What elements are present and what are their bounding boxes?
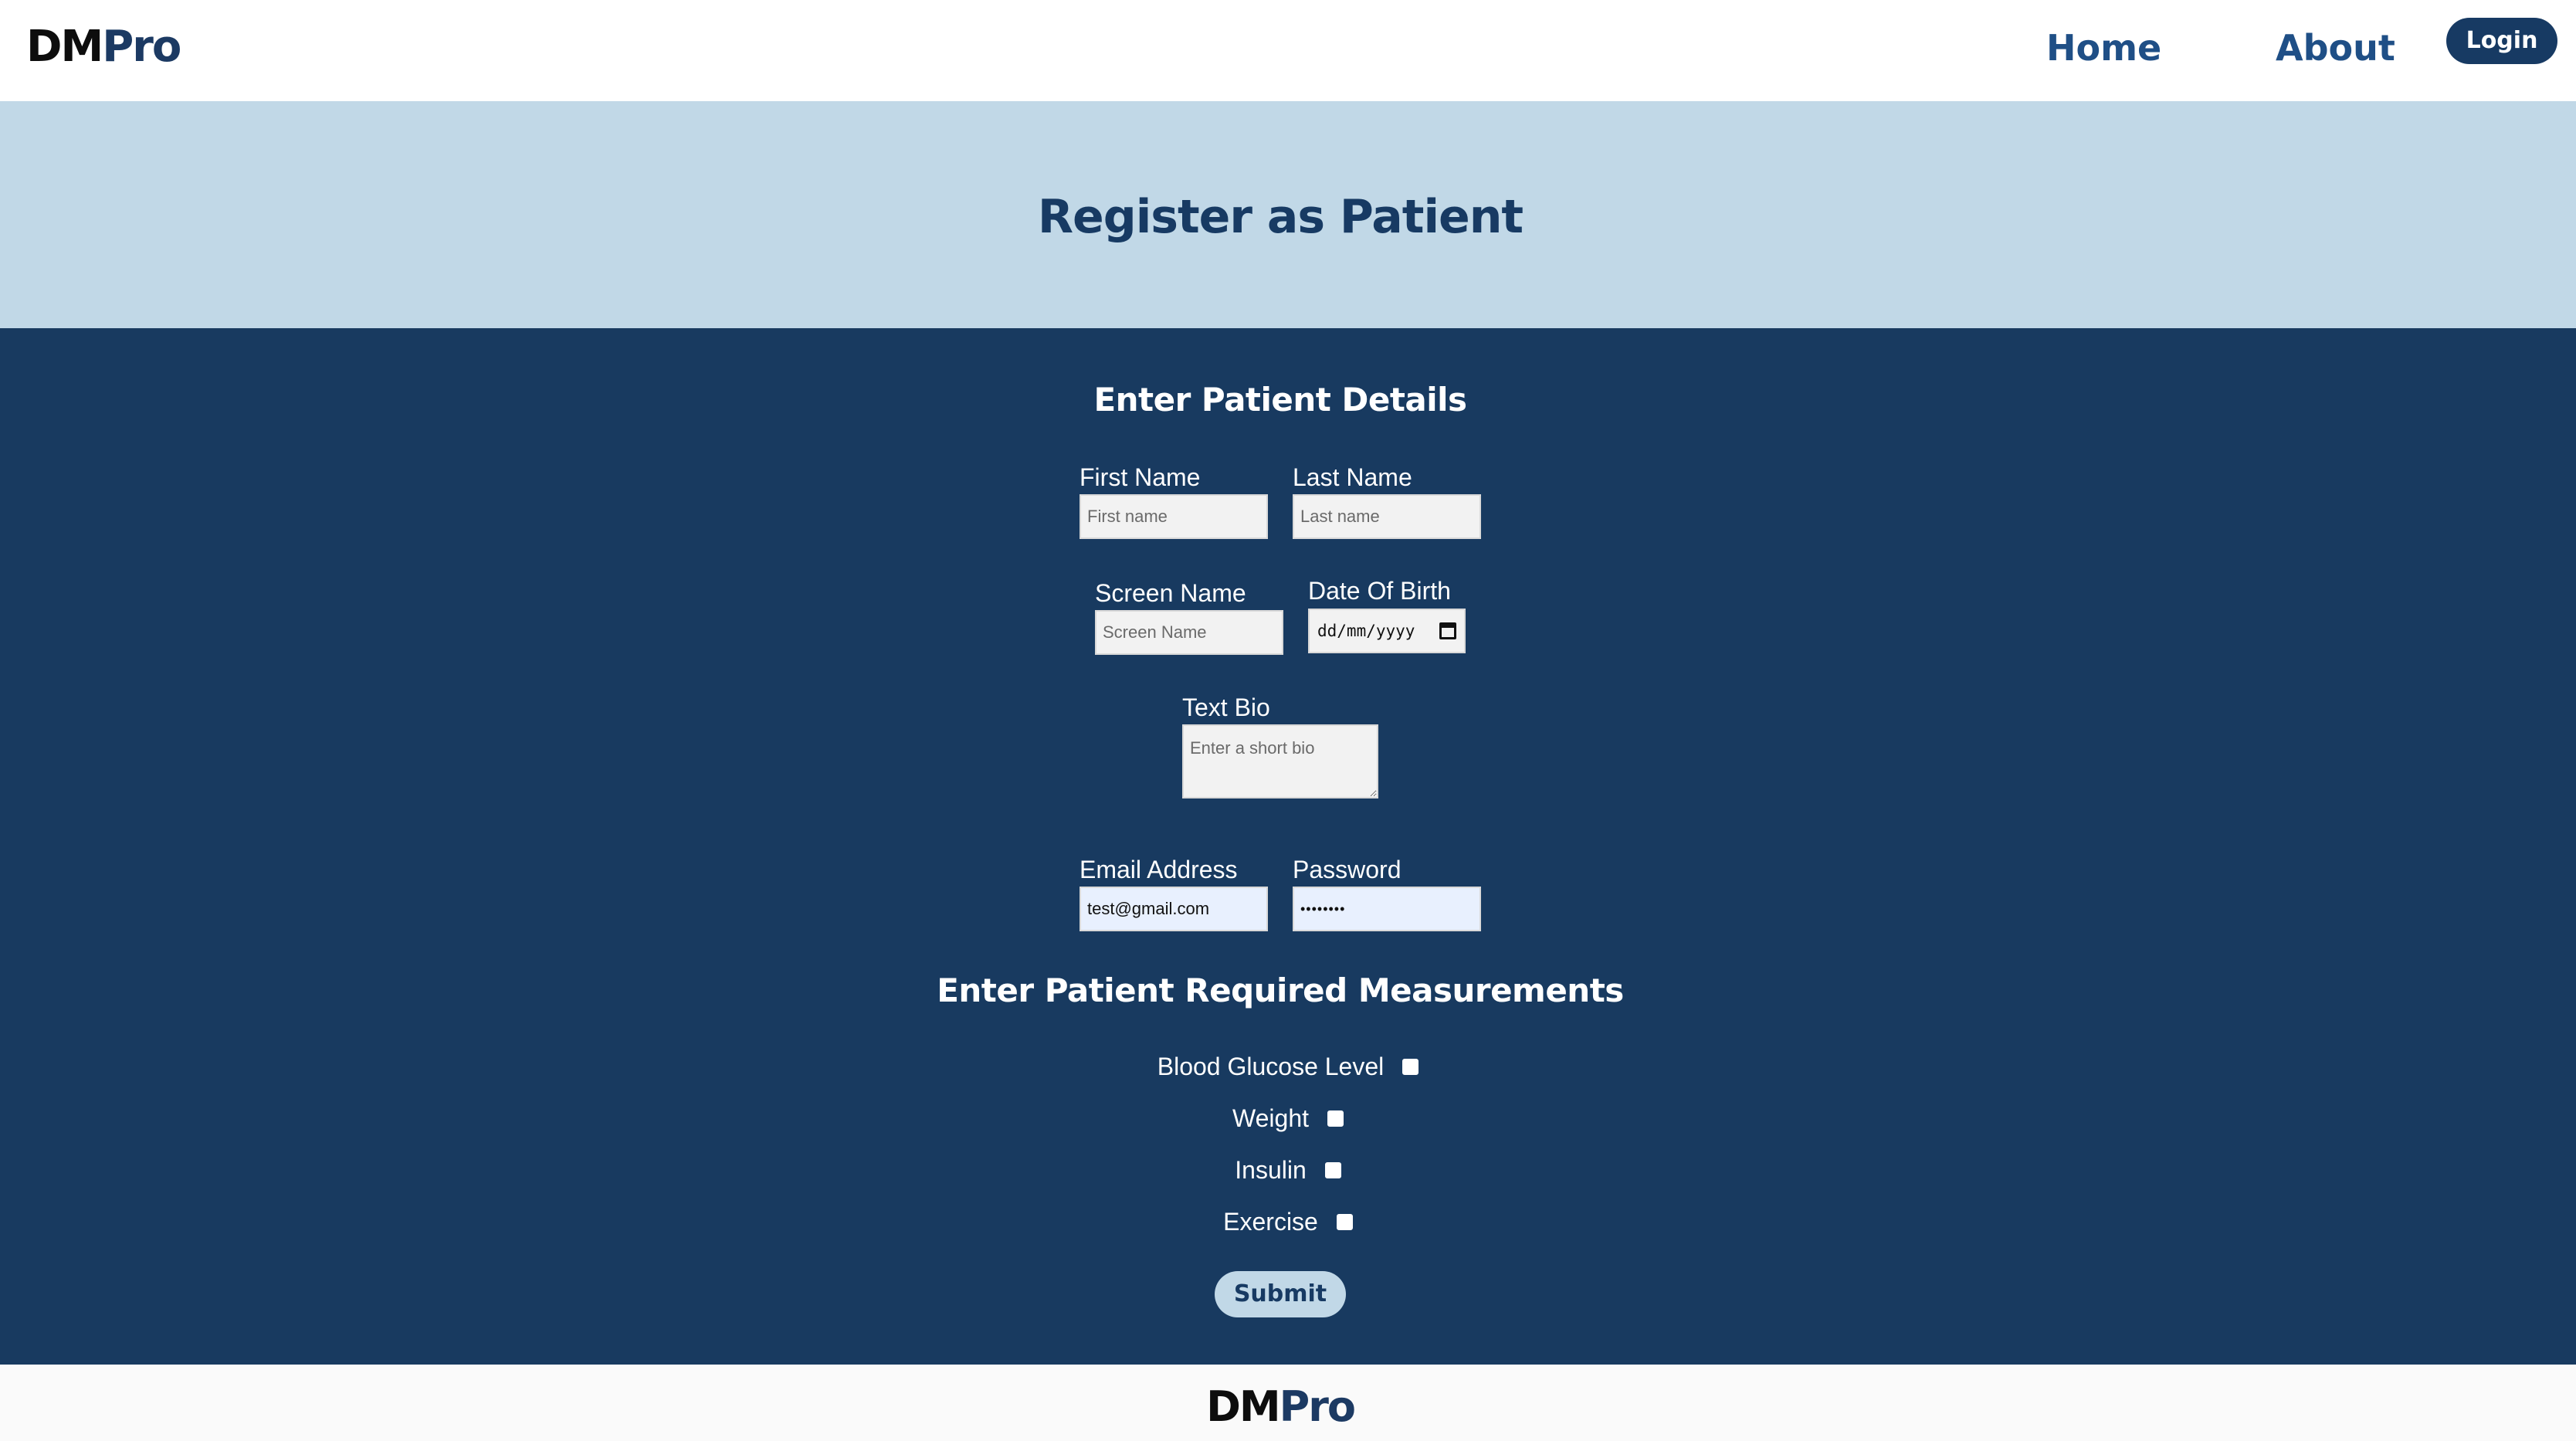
footer-logo: DMPro [0,1382,2561,1433]
screen-name-input[interactable] [1095,610,1283,655]
dob-input[interactable]: dd/mm/yyyy [1308,609,1466,653]
logo-pro-text: Pro [102,22,181,72]
password-input[interactable] [1293,887,1481,931]
email-label: Email Address [1080,856,1238,883]
bio-textarea[interactable] [1182,724,1378,798]
measurement-row-blood-glucose: Blood Glucose Level [0,1051,2576,1082]
dob-value: dd/mm/yyyy [1317,622,1415,640]
footer-logo-dm-text: DM [1206,1382,1281,1431]
screen-name-label: Screen Name [1095,579,1246,607]
nav-home-link[interactable]: Home [2046,23,2161,73]
exercise-label: Exercise [1223,1208,1318,1236]
blood-glucose-checkbox[interactable] [1402,1058,1419,1075]
measurements-section-title: Enter Patient Required Measurements [937,971,1624,1009]
first-name-input[interactable] [1080,494,1268,539]
login-button[interactable]: Login [2446,18,2557,64]
site-footer: DMPro [0,1365,2576,1441]
password-label: Password [1293,856,1402,883]
email-input[interactable] [1080,887,1268,931]
hero-banner: Register as Patient [0,101,2576,328]
measurement-row-exercise: Exercise [0,1206,2576,1237]
page-title: Register as Patient [1037,190,1524,244]
weight-label: Weight [1232,1104,1309,1132]
measurement-row-weight: Weight [0,1103,2576,1134]
last-name-label: Last Name [1293,463,1412,491]
insulin-label: Insulin [1235,1156,1307,1184]
blood-glucose-label: Blood Glucose Level [1157,1053,1385,1080]
details-section-title: Enter Patient Details [1093,381,1467,419]
calendar-icon[interactable] [1439,622,1456,639]
exercise-checkbox[interactable] [1336,1213,1353,1230]
nav-about-link[interactable]: About [2276,23,2395,73]
registration-form: Enter Patient Details First Name Last Na… [0,328,2576,1365]
dob-label: Date Of Birth [1308,577,1451,605]
logo-dm-text: DM [26,22,103,72]
insulin-checkbox[interactable] [1324,1161,1341,1178]
last-name-input[interactable] [1293,494,1481,539]
site-header: DMPro Home About Login [0,0,2576,101]
weight-checkbox[interactable] [1327,1110,1344,1127]
footer-logo-pro-text: Pro [1279,1382,1356,1431]
submit-button[interactable]: Submit [1215,1271,1346,1317]
first-name-label: First Name [1080,463,1201,491]
measurement-row-insulin: Insulin [0,1154,2576,1185]
bio-label: Text Bio [1182,693,1270,721]
brand-logo[interactable]: DMPro [26,20,181,74]
